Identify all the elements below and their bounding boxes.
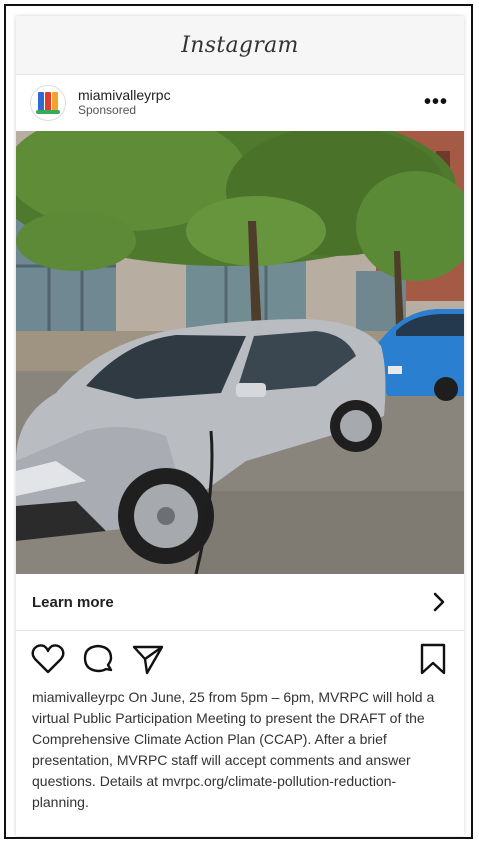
avatar-base-green [36,110,60,114]
avatar-bar-red [45,92,51,112]
heart-icon[interactable] [30,641,66,677]
screenshot-frame: Instagram miamivalleyrpc Sponsored ••• L… [4,4,473,839]
instagram-phone-view: Instagram miamivalleyrpc Sponsored ••• L… [16,16,464,836]
send-icon[interactable] [130,641,166,677]
instagram-logo: Instagram [181,32,299,58]
post-author: miamivalleyrpc Sponsored [78,88,171,118]
post-image[interactable] [16,131,464,574]
username-link[interactable]: miamivalleyrpc [78,88,171,103]
bookmark-icon[interactable] [416,642,450,676]
learn-more-label: Learn more [32,593,114,611]
silver-car-mirror [236,383,266,397]
app-header: Instagram [16,16,464,75]
learn-more-bar[interactable]: Learn more [16,574,464,631]
sponsored-label: Sponsored [78,103,137,117]
caption-username[interactable]: miamivalleyrpc [32,689,125,705]
caption-text: On June, 25 from 5pm – 6pm, MVRPC will h… [32,689,435,810]
post-caption: miamivalleyrpc On June, 25 from 5pm – 6p… [16,687,464,813]
more-options-icon[interactable]: ••• [424,91,448,114]
chevron-right-icon[interactable] [432,591,446,613]
comment-icon[interactable] [80,641,116,677]
avatar-bar-blue [38,92,44,112]
avatar[interactable] [30,85,66,121]
post-actions [16,631,464,687]
post-header: miamivalleyrpc Sponsored ••• [16,75,464,131]
avatar-bar-orange [52,92,58,112]
